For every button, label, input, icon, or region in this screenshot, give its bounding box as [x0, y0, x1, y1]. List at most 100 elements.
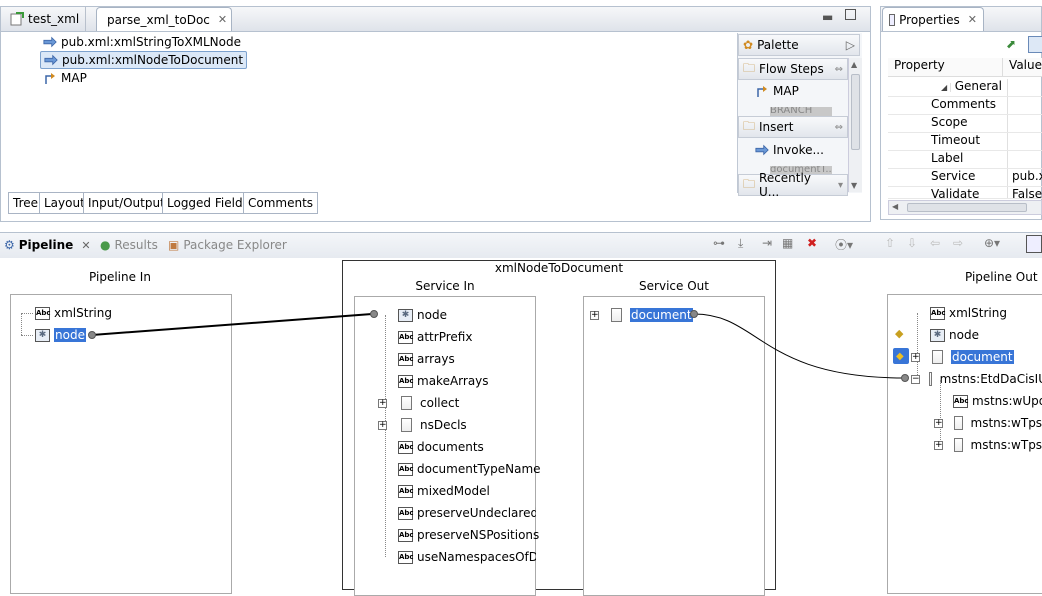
- maximize-icon[interactable]: [845, 9, 856, 20]
- expand-plus-icon[interactable]: +: [378, 420, 387, 430]
- service-in-mixedmodel[interactable]: Abc mixedModel: [398, 482, 490, 500]
- pipeline-out-title: Pipeline Out: [965, 270, 1038, 284]
- document-list-icon: [953, 438, 963, 452]
- transformer-icon[interactable]: ⦿▾: [835, 236, 853, 253]
- palette-icon: ✿: [743, 38, 754, 52]
- expand-plus-icon[interactable]: +: [911, 352, 920, 362]
- step-map[interactable]: MAP: [40, 69, 90, 87]
- pipeline-icon: ⚙: [4, 238, 15, 252]
- tab-comments[interactable]: Comments: [243, 192, 319, 214]
- delete-icon[interactable]: ✖: [807, 236, 817, 250]
- close-icon[interactable]: ✕: [218, 13, 227, 26]
- tab-logged-fields[interactable]: Logged Fields: [162, 192, 254, 214]
- string-icon: Abc: [398, 550, 414, 564]
- chevron-right-icon[interactable]: ▷: [846, 38, 855, 52]
- results-icon: ●: [100, 238, 111, 252]
- string-icon: Abc: [398, 528, 414, 542]
- string-icon: Abc: [953, 394, 969, 408]
- collapse-icon[interactable]: ⇔: [835, 122, 843, 133]
- service-in-documents[interactable]: Abc documents: [398, 438, 484, 456]
- tab-tree[interactable]: Tree: [8, 192, 44, 214]
- close-icon[interactable]: ✕: [968, 13, 977, 26]
- string-icon: Abc: [398, 506, 414, 520]
- collapse-minus-icon[interactable]: −: [911, 374, 920, 384]
- view-options-icon[interactable]: ⊕▾: [984, 236, 1000, 250]
- palette-item-invoke[interactable]: Invoke...: [752, 141, 827, 159]
- set-value-icon[interactable]: ⇥: [762, 236, 772, 250]
- drawer-recently-used[interactable]: 🗀 Recently U... ▾: [738, 171, 848, 199]
- service-in-makearrays[interactable]: Abc makeArrays: [398, 372, 489, 390]
- properties-hscrollbar[interactable]: ◀: [888, 200, 1042, 215]
- chevron-down-icon[interactable]: ▾: [838, 180, 843, 191]
- expand-plus-icon[interactable]: +: [934, 440, 943, 450]
- expand-plus-icon[interactable]: +: [590, 310, 599, 320]
- expand-plus-icon[interactable]: +: [378, 398, 387, 408]
- layout-icon[interactable]: [1026, 235, 1042, 253]
- drawer-insert[interactable]: 🗀 Insert ⇔: [738, 116, 848, 138]
- pipeline-out-wtpsr-list[interactable]: + mstns:wTpsr: [934, 436, 1042, 454]
- pipeline-out-wtpsr[interactable]: + mstns:wTpsr: [934, 414, 1042, 432]
- flow-service-icon: [10, 12, 24, 26]
- document-icon: [401, 418, 412, 432]
- tab-package-explorer[interactable]: ▣ Package Explorer: [168, 234, 287, 256]
- layout-toggle-icon[interactable]: [1028, 36, 1042, 53]
- palette-scrollbar[interactable]: ▲ ▼: [848, 58, 862, 192]
- edit-icon[interactable]: ⬈: [1006, 37, 1016, 51]
- service-in-usenamespacesofdoc[interactable]: AbcuseNamespacesOfDoc: [398, 548, 536, 566]
- service-name: xmlNodeToDocument: [494, 261, 624, 275]
- shift-right-icon[interactable]: ⇨: [953, 236, 963, 250]
- tab-pipeline[interactable]: ⚙ Pipeline ✕: [4, 234, 91, 256]
- prop-row[interactable]: Scope: [888, 115, 1042, 133]
- prop-row[interactable]: Label: [888, 151, 1042, 169]
- step-xmlnodetodocument[interactable]: pub.xml:xmlNodeToDocument: [40, 51, 248, 69]
- shift-left-icon[interactable]: ⇦: [930, 236, 940, 250]
- prop-row[interactable]: Servicepub.x: [888, 169, 1042, 187]
- service-in-nsdecls[interactable]: + nsDecls: [378, 416, 467, 434]
- expand-icon: ◢: [898, 83, 951, 92]
- close-icon[interactable]: ✕: [81, 239, 90, 252]
- drop-icon[interactable]: ⤓: [738, 236, 743, 251]
- pipeline-in-xmlstring[interactable]: Abc xmlString: [35, 304, 112, 322]
- service-out-document[interactable]: + document: [590, 306, 693, 324]
- tab-results[interactable]: ● Results: [100, 234, 158, 256]
- expand-plus-icon[interactable]: +: [934, 418, 943, 428]
- string-icon: Abc: [398, 440, 414, 454]
- service-out-box: [583, 296, 765, 596]
- palette-header[interactable]: ✿ Palette ▷: [738, 34, 860, 56]
- pipeline-out-document[interactable]: + document: [911, 348, 1014, 366]
- service-in-preserveundeclaredns[interactable]: AbcpreserveUndeclaredNS: [398, 504, 536, 522]
- minimize-icon[interactable]: ▬: [822, 10, 833, 24]
- service-in-collect[interactable]: + collect: [378, 394, 459, 412]
- palette-item-map[interactable]: MAP: [752, 82, 802, 100]
- service-in-attrprefix[interactable]: Abc attrPrefix: [398, 328, 472, 346]
- group-general[interactable]: ◢ General: [888, 79, 1042, 97]
- prop-row[interactable]: Comments: [888, 97, 1042, 115]
- prop-row[interactable]: Timeout: [888, 133, 1042, 151]
- drawer-flow-steps[interactable]: 🗀 Flow Steps ⇔: [738, 58, 848, 80]
- collapse-icon[interactable]: ⇔: [835, 64, 843, 75]
- pipeline-out-wupd[interactable]: Abc mstns:wUpd: [953, 392, 1042, 410]
- drop-marker-icon: ◆: [895, 327, 904, 340]
- tab-properties[interactable]: Properties ✕: [882, 7, 984, 31]
- tab-test-xml[interactable]: test_xml: [4, 7, 87, 31]
- tab-label: test_xml: [28, 12, 80, 26]
- grid-icon[interactable]: ▦: [782, 236, 793, 250]
- service-in-arrays[interactable]: Abc arrays: [398, 350, 455, 368]
- document-icon: [611, 308, 622, 322]
- tab-parse-xml-todoc[interactable]: parse_xml_toDoc ✕: [96, 7, 232, 31]
- pipeline-out-node[interactable]: ✱ node: [930, 326, 979, 344]
- link-icon[interactable]: ⊶: [713, 236, 725, 250]
- service-in-documenttypename[interactable]: Abc documentTypeName: [398, 460, 541, 478]
- pipeline-in-node[interactable]: ✱ node: [35, 326, 86, 344]
- pipeline-out-etddacisiu[interactable]: − mstns:EtdDaCisIU: [911, 370, 1042, 388]
- tab-input-output[interactable]: Input/Output: [83, 192, 170, 214]
- document-reference-icon: [928, 372, 932, 386]
- palette-item-branch[interactable]: BRANCH: [770, 107, 832, 116]
- step-xmlstringtoxmlnode[interactable]: pub.xml:xmlStringToXMLNode: [40, 33, 244, 51]
- pipeline-out-xmlstring[interactable]: Abc xmlString: [930, 304, 1007, 322]
- service-in-preservenspositions[interactable]: Abc preserveNSPositions: [398, 526, 539, 544]
- service-in-node[interactable]: ✱ node: [398, 306, 447, 324]
- shift-up-icon[interactable]: ⇧: [885, 236, 895, 250]
- shift-down-icon[interactable]: ⇩: [907, 236, 917, 250]
- prop-row[interactable]: Validate inputFalse: [888, 187, 1042, 199]
